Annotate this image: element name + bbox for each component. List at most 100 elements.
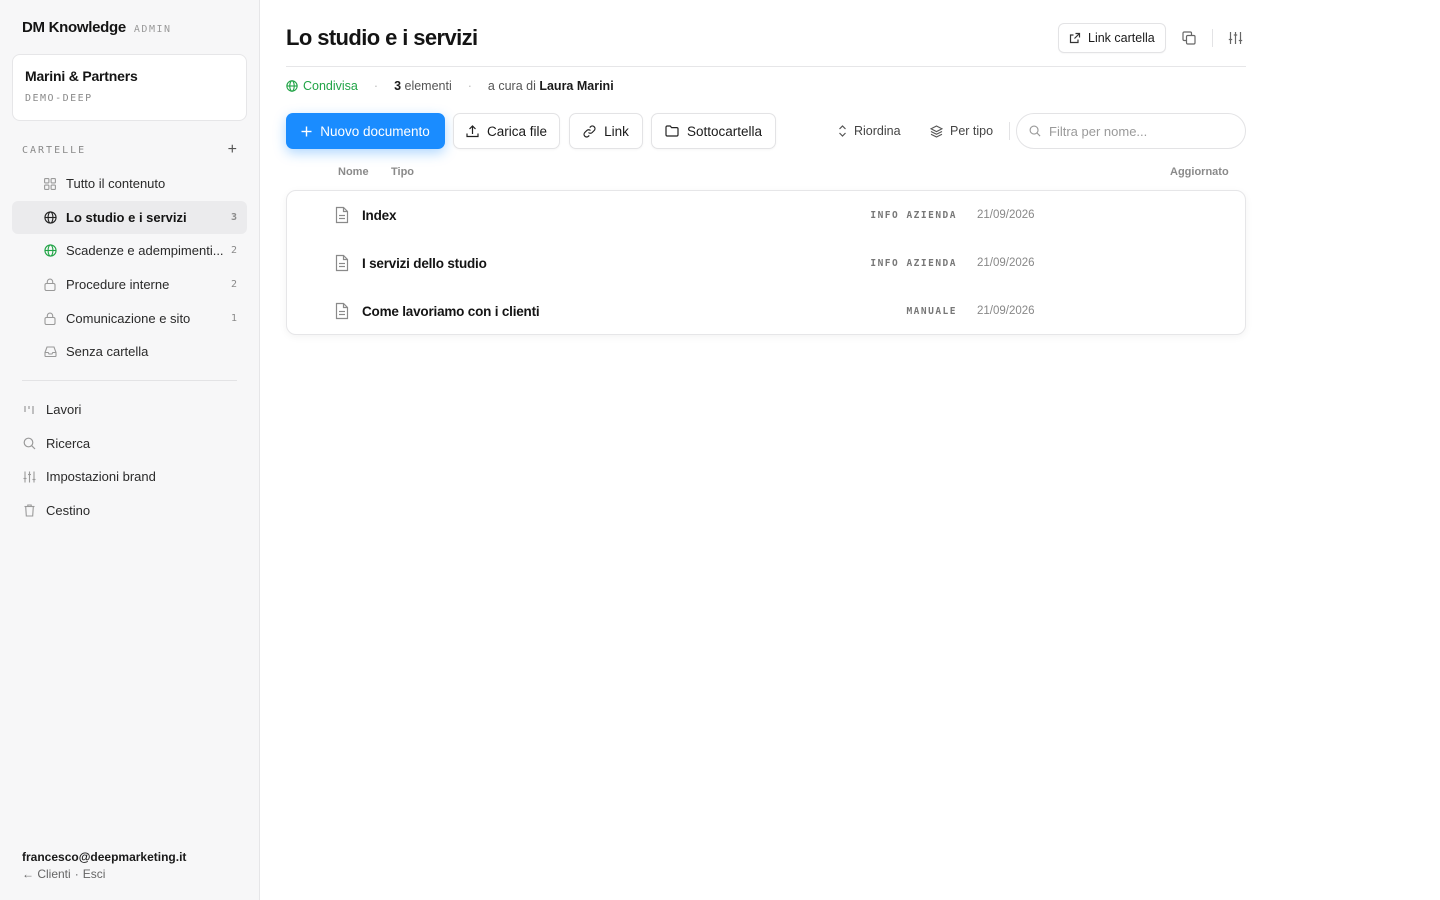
layers-icon: [930, 124, 943, 138]
back-to-clients-link[interactable]: ← Clienti: [22, 867, 71, 881]
sidebar-item-count: 2: [230, 245, 237, 257]
search-icon: [22, 436, 36, 450]
document-date: 21/09/2026: [977, 257, 1035, 269]
document-list: Index INFO AZIENDA 21/09/2026 I servizi …: [286, 190, 1246, 335]
group-by-type-button[interactable]: Per tipo: [930, 113, 993, 149]
filter-box: [1016, 113, 1246, 149]
main-content: Lo studio e i servizi Link cartella Cond…: [260, 0, 1440, 900]
table-row[interactable]: Come lavoriamo con i clienti MANUALE 21/…: [287, 287, 1245, 335]
lock-icon: [43, 311, 57, 325]
header-actions: Link cartella: [1058, 23, 1251, 53]
sidebar-item-count: 1: [230, 312, 237, 324]
column-header-name[interactable]: Nome: [338, 166, 369, 178]
sidebar-item-label: Senza cartella: [66, 344, 149, 360]
new-document-button[interactable]: Nuovo documento: [286, 113, 445, 149]
upload-icon: [466, 124, 479, 137]
grid-icon: [43, 177, 57, 191]
workspace-code: DEMO-DEEP: [25, 93, 93, 104]
brand-name: DM Knowledge: [22, 19, 126, 36]
copy-icon: [1182, 31, 1196, 45]
link-icon: [583, 124, 596, 138]
toolbar: Nuovo documento Carica file Link Sottoca…: [286, 113, 1246, 149]
logout-link[interactable]: Esci: [83, 867, 106, 881]
brand-tag: ADMIN: [133, 24, 172, 35]
globe-icon: [286, 80, 298, 92]
item-count: 3 elementi: [394, 79, 452, 93]
nav-item-lavori[interactable]: Lavori: [12, 393, 247, 427]
sidebar-item-label: Tutto il contenuto: [66, 176, 166, 192]
sliders-icon: [22, 470, 36, 484]
link-folder-button[interactable]: Link cartella: [1058, 23, 1166, 53]
toolbar-separator: [1009, 122, 1010, 140]
nav-item-ricerca[interactable]: Ricerca: [12, 427, 247, 461]
sliders-icon: [1229, 32, 1243, 44]
column-header-type[interactable]: Tipo: [391, 166, 414, 178]
document-date: 21/09/2026: [977, 305, 1035, 317]
folders-section-label: CARTELLE: [22, 144, 87, 156]
nav-item-label: Impostazioni brand: [46, 469, 156, 485]
header-separator: [1211, 29, 1213, 47]
sidebar-item-all-content[interactable]: Tutto il contenuto: [12, 167, 247, 201]
document-type: INFO AZIENDA: [870, 257, 957, 269]
sidebar-item-count: 3: [230, 211, 237, 223]
sidebar-item-lo-studio[interactable]: Lo studio e i servizi 3: [12, 200, 247, 235]
sidebar-item-scadenze[interactable]: Scadenze e adempimenti... 2: [12, 234, 247, 268]
duplicate-button[interactable]: [1174, 23, 1204, 53]
document-name: Come lavoriamo con i clienti: [362, 303, 540, 319]
table-row[interactable]: Index INFO AZIENDA 21/09/2026: [287, 191, 1245, 239]
workspace-name: Marini & Partners: [25, 68, 138, 84]
folder-meta: Condivisa · 3 elementi · a cura di Laura…: [286, 79, 614, 93]
column-header-updated[interactable]: Aggiornato: [1170, 166, 1229, 178]
sidebar-item-count: 2: [230, 279, 237, 291]
nav-item-impostazioni-brand[interactable]: Impostazioni brand: [12, 460, 247, 494]
sidebar-item-comunicazione[interactable]: Comunicazione e sito 1: [12, 301, 247, 335]
nav-item-cestino[interactable]: Cestino: [12, 494, 247, 528]
lock-icon: [43, 278, 57, 292]
sidebar-divider: [22, 380, 237, 381]
page-title: Lo studio e i servizi: [286, 25, 478, 50]
document-name: Index: [362, 207, 397, 223]
shared-status[interactable]: Condivisa: [286, 79, 358, 93]
document-type: MANUALE: [906, 305, 957, 317]
nav-item-label: Lavori: [46, 402, 82, 418]
item-count-label: elementi: [401, 79, 452, 93]
shared-label: Condivisa: [303, 79, 358, 93]
nav-item-label: Cestino: [46, 503, 91, 519]
item-count-number: 3: [394, 79, 402, 93]
globe-icon: [43, 210, 57, 224]
sidebar-item-procedure[interactable]: Procedure interne 2: [12, 268, 247, 302]
table-row[interactable]: I servizi dello studio INFO AZIENDA 21/0…: [287, 239, 1245, 287]
search-icon: [1029, 125, 1041, 137]
sort-icon: [839, 125, 846, 137]
document-date: 21/09/2026: [977, 209, 1035, 221]
sidebar-item-label: Comunicazione e sito: [66, 310, 191, 326]
add-link-button[interactable]: Link: [569, 113, 643, 149]
folders-section-header: CARTELLE +: [22, 142, 237, 158]
document-name: I servizi dello studio: [362, 255, 487, 271]
upload-file-button[interactable]: Carica file: [453, 113, 560, 149]
document-icon: [335, 302, 349, 320]
filter-input[interactable]: [1049, 123, 1229, 139]
nav-item-label: Ricerca: [46, 435, 91, 451]
brand[interactable]: DM Knowledge ADMIN: [22, 19, 172, 36]
add-subfolder-button[interactable]: Sottocartella: [651, 113, 776, 149]
inbox-icon: [43, 345, 57, 359]
document-icon: [335, 206, 349, 224]
meta-separator: ·: [467, 79, 472, 93]
reorder-button[interactable]: Riordina: [838, 113, 901, 149]
nav-list: Lavori Ricerca Impostazioni brand Cestin…: [12, 393, 247, 527]
sidebar-item-senza-cartella[interactable]: Senza cartella: [12, 335, 247, 369]
curated-prefix: a cura di: [487, 79, 540, 93]
folder-settings-button[interactable]: [1221, 23, 1251, 53]
workspace-switcher[interactable]: Marini & Partners DEMO-DEEP: [12, 54, 247, 121]
add-link-label: Link: [604, 123, 629, 139]
sidebar: DM Knowledge ADMIN Marini & Partners DEM…: [0, 0, 260, 900]
external-link-icon: [1069, 32, 1081, 44]
footer-separator: ·: [74, 867, 79, 881]
curated-by: a cura di Laura Marini: [488, 79, 614, 93]
plus-icon: [301, 126, 312, 136]
add-folder-button[interactable]: +: [228, 142, 237, 158]
sidebar-item-label: Scadenze e adempimenti...: [66, 243, 224, 259]
new-document-label: Nuovo documento: [320, 123, 430, 139]
sidebar-footer: francesco@deepmarketing.it ← Clienti · E…: [22, 850, 186, 881]
